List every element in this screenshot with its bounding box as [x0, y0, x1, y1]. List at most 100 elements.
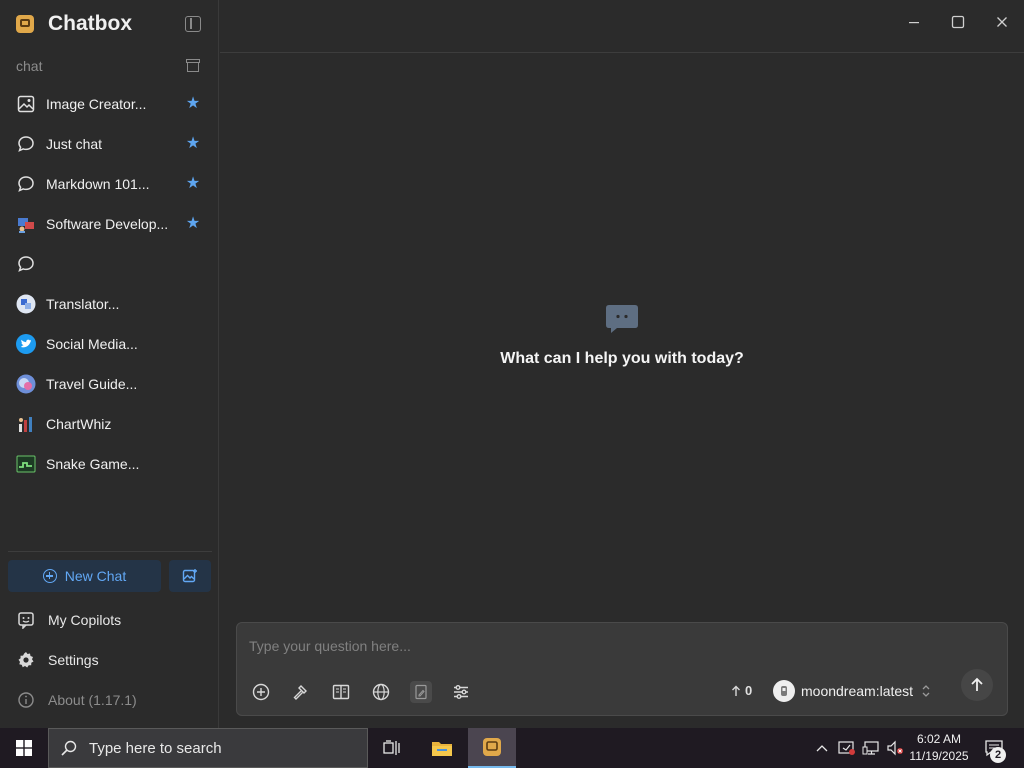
- archive-icon[interactable]: [186, 59, 200, 72]
- chat-item-image-creator[interactable]: Image Creator... ★: [0, 84, 219, 124]
- chatbox-app-icon: [483, 738, 501, 756]
- chart-avatar-icon: [16, 414, 36, 434]
- new-chat-button[interactable]: New Chat: [8, 560, 161, 592]
- security-tray-icon[interactable]: [836, 728, 858, 768]
- taskbar-search-placeholder: Type here to search: [89, 739, 222, 757]
- model-selector[interactable]: moondream:latest: [773, 680, 931, 702]
- token-count-value: 0: [745, 683, 753, 698]
- chat-item-label: Image Creator...: [46, 96, 147, 112]
- task-view-icon: [383, 740, 400, 755]
- security-shield-icon: [838, 741, 855, 755]
- info-icon: [16, 690, 36, 710]
- close-icon[interactable]: [992, 12, 1012, 32]
- translator-avatar-icon: [16, 294, 36, 314]
- app-title: Chatbox: [48, 12, 132, 35]
- my-copilots-label: My Copilots: [48, 612, 122, 628]
- plus-circle-icon: [42, 569, 57, 583]
- windows-logo-icon: [16, 740, 32, 756]
- brand: Chatbox: [16, 12, 132, 36]
- snake-game-avatar-icon: [16, 454, 36, 474]
- twitter-avatar-icon: [16, 334, 36, 354]
- sidebar: Chatbox chat Image Creator... ★ Just cha…: [0, 0, 219, 728]
- network-tray-icon[interactable]: [860, 728, 882, 768]
- folder-icon: [432, 742, 452, 756]
- star-icon[interactable]: ★: [185, 96, 201, 112]
- collapse-sidebar-icon[interactable]: [185, 16, 201, 32]
- chat-bubble-icon: [16, 174, 36, 194]
- chat-item-label: ChartWhiz: [46, 416, 112, 432]
- my-copilots-item[interactable]: My Copilots: [16, 608, 121, 632]
- chat-item-markdown-101[interactable]: Markdown 101... ★: [0, 164, 219, 204]
- chat-list: Image Creator... ★ Just chat ★ Markdown …: [0, 84, 219, 484]
- developer-avatar-icon: [16, 214, 36, 234]
- new-chat-label: New Chat: [64, 568, 127, 584]
- chat-bubble-welcome-icon: [605, 304, 639, 334]
- chat-item-label: Just chat: [46, 136, 103, 152]
- notification-count-badge: 2: [990, 747, 1006, 763]
- chatbox-logo-icon: [16, 15, 34, 33]
- minimize-icon[interactable]: [904, 12, 924, 32]
- file-edit-icon[interactable]: [410, 681, 432, 703]
- model-avatar-icon: [773, 680, 795, 702]
- star-icon[interactable]: ★: [185, 136, 201, 152]
- about-item[interactable]: About (1.17.1): [16, 688, 137, 712]
- windows-start-button[interactable]: [0, 728, 48, 768]
- gear-icon: [16, 650, 36, 670]
- network-icon: [862, 741, 879, 755]
- chevron-up-icon: [816, 745, 828, 752]
- model-name: moondream:latest: [801, 683, 914, 699]
- chat-item-label: Markdown 101...: [46, 176, 150, 192]
- show-hidden-icons[interactable]: [812, 728, 832, 768]
- chat-item-label: Travel Guide...: [46, 376, 138, 392]
- chat-item-software-develop[interactable]: Software Develop... ★: [0, 204, 219, 244]
- settings-item[interactable]: Settings: [16, 648, 99, 672]
- new-image-chat-button[interactable]: [169, 560, 211, 592]
- chat-item-snake-game[interactable]: Snake Game...: [0, 444, 219, 484]
- section-label-chat: chat: [16, 58, 43, 74]
- token-counter[interactable]: 0: [731, 683, 752, 698]
- taskbar-clock[interactable]: 6:02 AM 11/19/2025: [904, 731, 974, 765]
- clock-time: 6:02 AM: [916, 732, 962, 746]
- image-icon: [16, 94, 36, 114]
- task-view-button[interactable]: [368, 728, 416, 768]
- chat-item-untitled[interactable]: [0, 244, 219, 284]
- title-bar: [220, 0, 1024, 53]
- image-plus-icon: [182, 569, 197, 583]
- chat-bubble-icon: [16, 254, 36, 274]
- send-arrow-up-icon: [971, 677, 983, 691]
- maximize-icon[interactable]: [948, 12, 968, 32]
- chat-item-travel-guide[interactable]: Travel Guide...: [0, 364, 219, 404]
- about-label: About (1.17.1): [48, 692, 137, 708]
- chat-item-chartwhiz[interactable]: ChartWhiz: [0, 404, 219, 444]
- file-explorer-button[interactable]: [418, 728, 466, 768]
- sidebar-divider: [8, 551, 212, 552]
- clock-date: 11/19/2025: [909, 749, 969, 763]
- chat-item-label: Software Develop...: [46, 216, 169, 232]
- star-icon[interactable]: ★: [185, 216, 201, 232]
- travel-avatar-icon: [16, 374, 36, 394]
- message-composer: 0 moondream:latest: [236, 622, 1008, 716]
- welcome-heading: What can I help you with today?: [500, 350, 744, 367]
- volume-tray-icon[interactable]: [884, 728, 906, 768]
- chat-item-label: Translator...: [46, 296, 120, 312]
- send-button[interactable]: [961, 669, 993, 701]
- taskbar-search[interactable]: Type here to search: [48, 728, 368, 768]
- settings-sliders-icon[interactable]: [450, 681, 472, 703]
- star-icon[interactable]: ★: [185, 176, 201, 192]
- main-panel: What can I help you with today? Type you…: [220, 0, 1024, 728]
- web-search-globe-icon[interactable]: [370, 681, 392, 703]
- chat-item-social-media[interactable]: Social Media...: [0, 324, 219, 364]
- settings-label: Settings: [48, 652, 99, 668]
- arrow-up-icon: [732, 685, 740, 696]
- hammer-tools-icon[interactable]: [290, 681, 312, 703]
- chat-item-label: Snake Game...: [46, 456, 140, 472]
- chatbox-taskbar-button[interactable]: [468, 728, 516, 768]
- search-icon: [61, 740, 77, 756]
- chatbox-window: Chatbox chat Image Creator... ★ Just cha…: [0, 0, 1024, 728]
- chat-item-translator[interactable]: Translator...: [0, 284, 219, 324]
- chat-item-just-chat[interactable]: Just chat ★: [0, 124, 219, 164]
- windows-taskbar: Type here to search 6:02 AM 11/19/2025: [0, 728, 1024, 768]
- knowledge-book-icon[interactable]: [330, 681, 352, 703]
- message-input[interactable]: [249, 635, 989, 657]
- add-attachment-icon[interactable]: [250, 681, 272, 703]
